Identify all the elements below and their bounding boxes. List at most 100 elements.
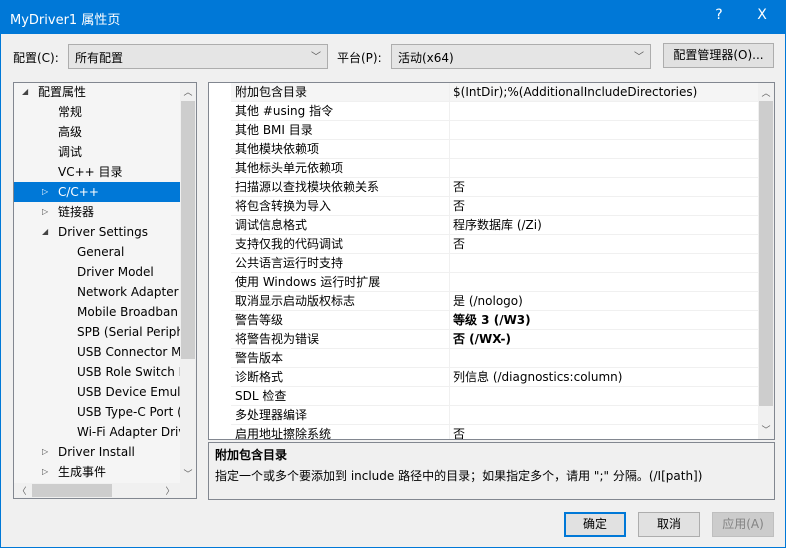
expanded-triangle-icon[interactable]: ◢ [22,83,28,102]
tree-item[interactable]: General [14,242,180,262]
tree-item[interactable]: 高级 [14,122,180,142]
tree-item[interactable]: ▷ C/C++ [14,182,180,202]
cancel-button[interactable]: 取消 [638,512,700,537]
property-value[interactable]: $(IntDir);%(AdditionalIncludeDirectories… [449,83,697,101]
property-value[interactable] [449,121,453,139]
property-row[interactable]: 多处理器编译 [231,406,758,425]
scroll-down-icon[interactable]: ﹀ [758,423,774,436]
property-row[interactable]: 启用地址擦除系统 否 [231,425,758,440]
property-name: 将包含转换为导入 [235,199,332,213]
property-value[interactable]: 否 [449,178,465,196]
property-row[interactable]: SDL 检查 [231,387,758,406]
scroll-thumb[interactable] [759,101,773,406]
tree-item[interactable]: ▷ 链接器 [14,202,180,222]
tree-item[interactable]: ▷ Driver Install [14,442,180,462]
tree-item-label: USB Type-C Port ( [77,405,180,419]
tree-item[interactable]: Driver Model [14,262,180,282]
tree-item[interactable]: USB Type-C Port ( [14,402,180,422]
property-value[interactable] [449,254,453,272]
tree-item[interactable]: 常规 [14,102,180,122]
tree-item[interactable]: VC++ 目录 [14,162,180,182]
scroll-thumb[interactable] [32,484,112,497]
property-value[interactable]: 是 (/nologo) [449,292,523,310]
tree-item-label: 生成事件 [58,465,107,479]
property-value[interactable]: 否 [449,235,465,253]
property-row[interactable]: 将包含转换为导入 否 [231,197,758,216]
tree-item[interactable]: ◢ 配置属性 [14,83,180,102]
property-value[interactable] [449,349,453,367]
tree-item-label: VC++ 目录 [58,165,123,179]
property-value[interactable] [449,387,453,405]
collapsed-triangle-icon[interactable]: ▷ [42,182,48,202]
property-value[interactable]: 程序数据库 (/Zi) [449,216,542,234]
tree-item[interactable]: USB Device Emula [14,382,180,402]
property-row[interactable]: 扫描源以查找模块依赖关系 否 [231,178,758,197]
tree-horizontal-scrollbar[interactable]: 〈 〉 [14,483,196,498]
tree-item-label: Driver Settings [58,225,148,239]
property-value[interactable]: 列信息 (/diagnostics:column) [449,368,622,386]
property-row[interactable]: 调试信息格式 程序数据库 (/Zi) [231,216,758,235]
help-button[interactable]: ? [704,7,734,23]
scroll-left-icon[interactable]: 〈 [14,484,30,497]
property-value[interactable]: 否 [449,425,465,439]
property-name: 使用 Windows 运行时扩展 [235,275,381,289]
property-name: 启用地址擦除系统 [235,427,332,440]
tree-item[interactable]: USB Role Switch D [14,362,180,382]
tree-item-label: 高级 [58,125,83,139]
property-value[interactable] [449,406,453,424]
tree-item[interactable]: ▷ 生成事件 [14,462,180,482]
property-value[interactable]: 等级 3 (/W3) [449,311,531,329]
scroll-right-icon[interactable]: 〉 [162,484,178,497]
tree-item[interactable]: Network Adapter [14,282,180,302]
tree-item[interactable]: 调试 [14,142,180,162]
apply-button[interactable]: 应用(A) [712,512,774,537]
tree-vertical-scrollbar[interactable]: ︿ ﹀ [180,83,196,483]
property-value[interactable]: 否 [449,197,465,215]
collapsed-triangle-icon[interactable]: ▷ [42,442,48,462]
tree-item[interactable]: ◢ Driver Settings [14,222,180,242]
property-row[interactable]: 附加包含目录 $(IntDir);%(AdditionalIncludeDirec… [231,83,758,102]
collapsed-triangle-icon[interactable]: ▷ [42,462,48,482]
property-row[interactable]: 支持仅我的代码调试 否 [231,235,758,254]
property-row[interactable]: 警告版本 [231,349,758,368]
property-row[interactable]: 警告等级 等级 3 (/W3) [231,311,758,330]
property-tree[interactable]: ▷ 生成事件 ▷ Driver Install Wi-Fi Adapter Driv US… [13,82,197,499]
tree-item-label: 常规 [58,105,83,119]
scroll-up-icon[interactable]: ︿ [180,85,196,98]
collapsed-triangle-icon[interactable]: ▷ [42,202,48,222]
config-manager-button[interactable]: 配置管理器(O)... [663,43,774,68]
property-row[interactable]: 其他模块依赖项 [231,140,758,159]
property-value[interactable] [449,102,453,120]
grid-vertical-scrollbar[interactable]: ︿ ﹀ [758,83,774,439]
tree-item-label: General [77,245,125,259]
property-row[interactable]: 其他 BMI 目录 [231,121,758,140]
property-row[interactable]: 其他 #using 指令 [231,102,758,121]
property-grid[interactable]: 启用地址擦除系统否多处理器编译 SDL 检查 诊断格式 列信息 (/diagnosti… [208,82,775,440]
property-value[interactable]: 否 (/WX-) [449,330,511,348]
platform-value: 活动(x64) [398,51,454,65]
platform-dropdown[interactable]: 活动(x64) ﹀ [391,44,651,69]
property-row[interactable]: 使用 Windows 运行时扩展 [231,273,758,292]
property-row[interactable]: 公共语言运行时支持 [231,254,758,273]
scroll-down-icon[interactable]: ﹀ [180,467,196,480]
ok-button[interactable]: 确定 [564,512,626,537]
tree-item[interactable]: USB Connector M [14,342,180,362]
close-button[interactable]: X [747,7,777,23]
property-value[interactable] [449,140,453,158]
config-dropdown[interactable]: 所有配置 ﹀ [68,44,328,69]
scroll-thumb[interactable] [181,101,195,359]
property-name: 扫描源以查找模块依赖关系 [235,180,380,194]
expanded-triangle-icon[interactable]: ◢ [42,222,48,242]
tree-item[interactable]: Wi-Fi Adapter Driv [14,422,180,442]
scroll-up-icon[interactable]: ︿ [758,86,774,99]
property-row[interactable]: 诊断格式 列信息 (/diagnostics:column) [231,368,758,387]
title-bar: MyDriver1 属性页 ? X [1,1,786,34]
tree-item[interactable]: Mobile Broadban [14,302,180,322]
property-name: 调试信息格式 [235,218,308,232]
property-value[interactable] [449,273,453,291]
property-row[interactable]: 将警告视为错误 否 (/WX-) [231,330,758,349]
tree-item[interactable]: SPB (Serial Periph [14,322,180,342]
property-value[interactable] [449,159,453,177]
property-row[interactable]: 取消显示启动版权标志 是 (/nologo) [231,292,758,311]
property-row[interactable]: 其他标头单元依赖项 [231,159,758,178]
